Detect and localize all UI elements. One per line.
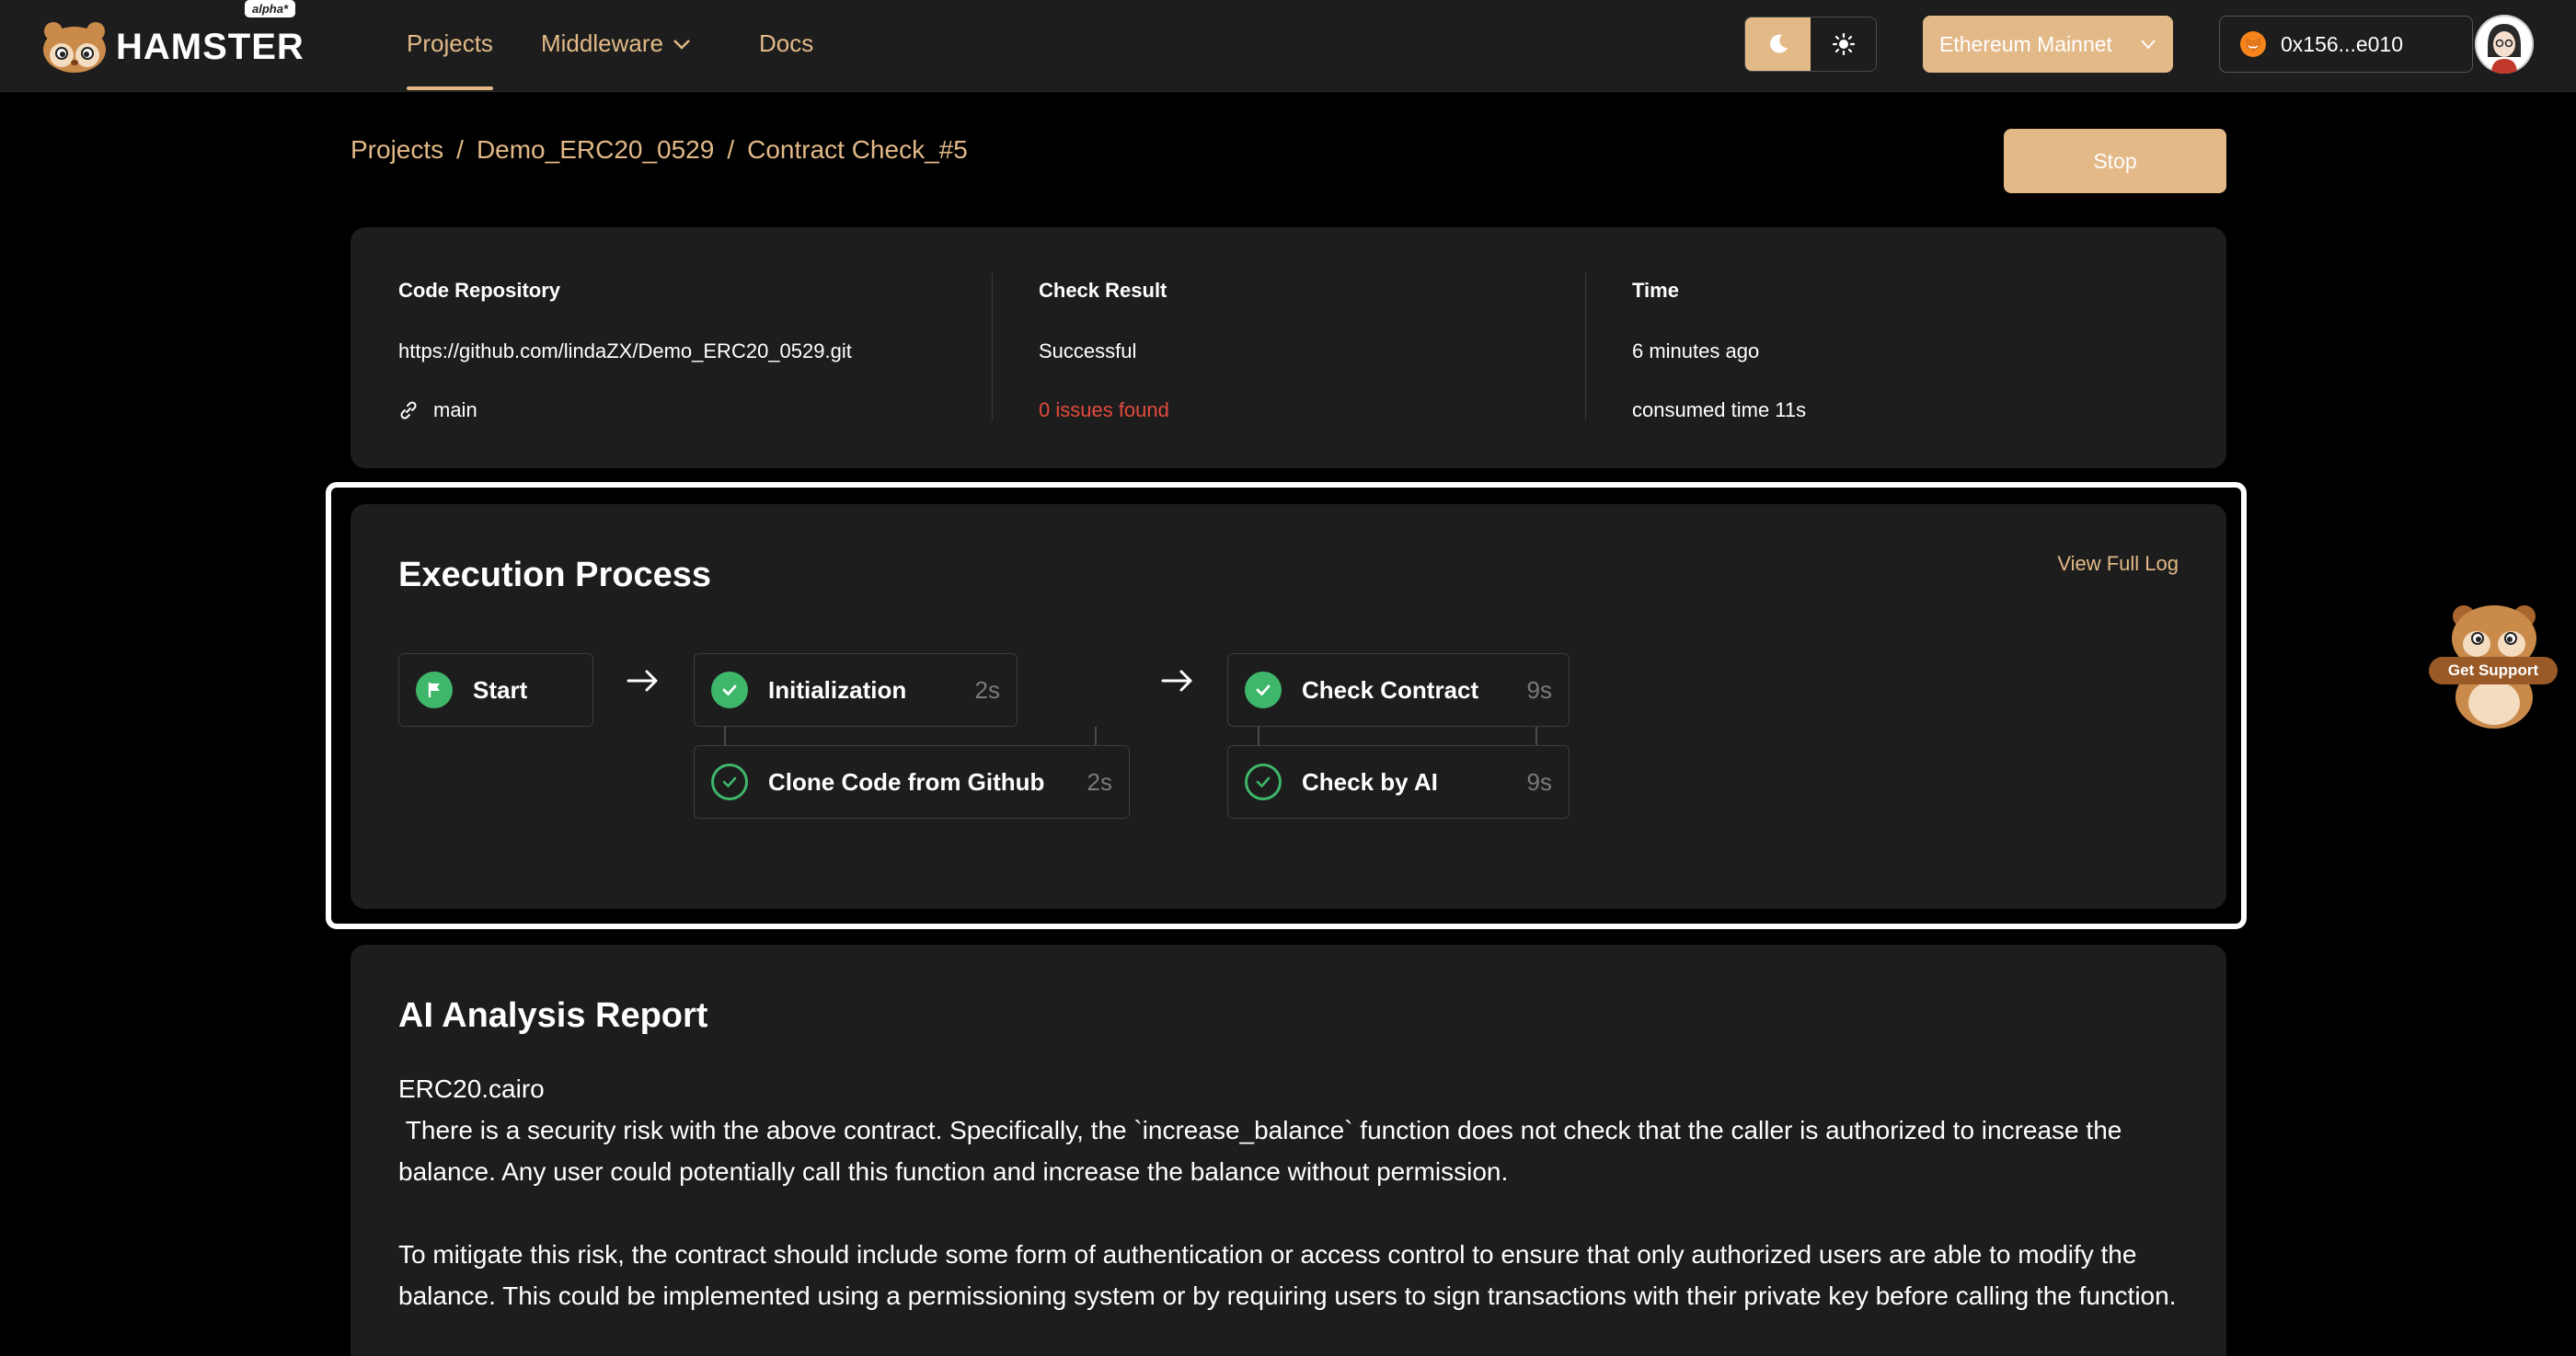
network-select[interactable]: Ethereum Mainnet — [1923, 16, 2173, 73]
get-support-widget[interactable]: Get Support — [2425, 596, 2563, 734]
user-avatar[interactable] — [2475, 15, 2534, 74]
chevron-down-icon — [2141, 40, 2156, 50]
check-circle-icon — [711, 672, 748, 708]
step-label: Check by AI — [1302, 767, 1438, 796]
wallet-address: 0x156...e010 — [2281, 31, 2404, 56]
step-connector — [1258, 727, 1259, 745]
report-title: AI Analysis Report — [398, 996, 708, 1035]
alpha-badge: alpha* — [245, 0, 296, 17]
breadcrumb-project[interactable]: Demo_ERC20_0529 — [477, 135, 714, 165]
step-connector — [1535, 727, 1537, 745]
step-check-contract[interactable]: Check Contract 9s — [1227, 653, 1570, 727]
breadcrumb-separator: / — [456, 135, 464, 164]
check-info-card: Code Repository https://github.com/linda… — [351, 227, 2226, 468]
column-divider — [1585, 273, 1586, 420]
step-check-by-ai[interactable]: Check by AI 9s — [1227, 745, 1570, 819]
step-label: Clone Code from Github — [768, 767, 1045, 796]
breadcrumb-projects[interactable]: Projects — [351, 135, 443, 165]
nav-active-indicator — [407, 86, 493, 90]
hamster-logo-icon — [40, 20, 109, 74]
light-mode-button[interactable] — [1811, 17, 1876, 71]
report-paragraph: To mitigate this risk, the contract shou… — [398, 1240, 2177, 1310]
result-status: Successful — [1039, 339, 1137, 362]
flag-icon — [416, 672, 453, 708]
branch-row: main — [398, 398, 852, 422]
nav-docs[interactable]: Docs — [759, 29, 813, 58]
nav-middleware-label: Middleware — [541, 29, 663, 57]
step-label: Check Contract — [1302, 675, 1479, 704]
repo-title: Code Repository — [398, 279, 561, 302]
execution-process-card: Execution Process View Full Log Start In… — [351, 504, 2226, 909]
report-file-name: ERC20.cairo — [398, 1074, 545, 1103]
view-full-log-link[interactable]: View Full Log — [2057, 552, 2179, 576]
step-label: Initialization — [768, 675, 907, 704]
breadcrumb-current: Contract Check_#5 — [747, 135, 968, 164]
check-circle-icon — [711, 764, 748, 800]
network-select-value: Ethereum Mainnet — [1939, 31, 2112, 56]
wallet-address-button[interactable]: 0x156...e010 — [2219, 16, 2473, 73]
nav-projects[interactable]: Projects — [407, 29, 493, 58]
repo-column: Code Repository https://github.com/linda… — [398, 279, 852, 422]
ai-analysis-report-card: AI Analysis Report ERC20.cairo There is … — [351, 945, 2226, 1356]
step-start[interactable]: Start — [398, 653, 593, 727]
metamask-icon — [2240, 31, 2266, 57]
repo-url[interactable]: https://github.com/lindaZX/Demo_ERC20_05… — [398, 339, 852, 363]
time-column: Time 6 minutes ago consumed time 11s — [1632, 279, 1806, 422]
result-title: Check Result — [1039, 279, 1167, 302]
arrow-right-icon — [1161, 662, 1194, 704]
step-connector — [724, 727, 726, 745]
time-ago: 6 minutes ago — [1632, 339, 1760, 362]
step-duration: 2s — [1087, 767, 1112, 796]
step-clone-code[interactable]: Clone Code from Github 2s — [694, 745, 1130, 819]
get-support-label: Get Support — [2429, 657, 2558, 684]
issues-count[interactable]: 0 issues found — [1039, 398, 1169, 422]
moon-icon — [1769, 34, 1788, 53]
step-initialization[interactable]: Initialization 2s — [694, 653, 1018, 727]
result-column: Check Result Successful 0 issues found — [1039, 279, 1169, 422]
brand-name: HAMSTER — [116, 26, 305, 67]
sun-icon — [1832, 32, 1855, 56]
top-navbar: HAMSTER alpha* Projects Middleware Docs … — [0, 0, 2576, 92]
report-body: ERC20.cairo There is a security risk wit… — [398, 1068, 2183, 1316]
step-duration: 2s — [974, 675, 1000, 704]
theme-toggle — [1744, 17, 1877, 72]
step-label: Start — [473, 675, 528, 704]
step-connector — [1095, 727, 1097, 745]
dark-mode-button[interactable] — [1745, 17, 1811, 71]
breadcrumb: Projects / Demo_ERC20_0529 / Contract Ch… — [351, 135, 968, 165]
step-duration: 9s — [1526, 767, 1552, 796]
chevron-down-icon — [673, 39, 690, 50]
time-title: Time — [1632, 279, 1679, 302]
column-divider — [992, 273, 993, 420]
check-circle-icon — [1245, 672, 1282, 708]
check-circle-icon — [1245, 764, 1282, 800]
step-duration: 9s — [1526, 675, 1552, 704]
breadcrumb-separator: / — [727, 135, 735, 164]
brand-logo[interactable]: HAMSTER — [40, 20, 305, 74]
stop-button[interactable]: Stop — [2004, 129, 2226, 193]
report-paragraph: There is a security risk with the above … — [398, 1116, 2130, 1186]
link-icon — [400, 401, 417, 419]
branch-name: main — [433, 398, 477, 421]
arrow-right-icon — [627, 662, 660, 704]
execution-title: Execution Process — [398, 556, 712, 594]
consumed-time: consumed time 11s — [1632, 398, 1807, 421]
nav-middleware[interactable]: Middleware — [541, 29, 691, 58]
